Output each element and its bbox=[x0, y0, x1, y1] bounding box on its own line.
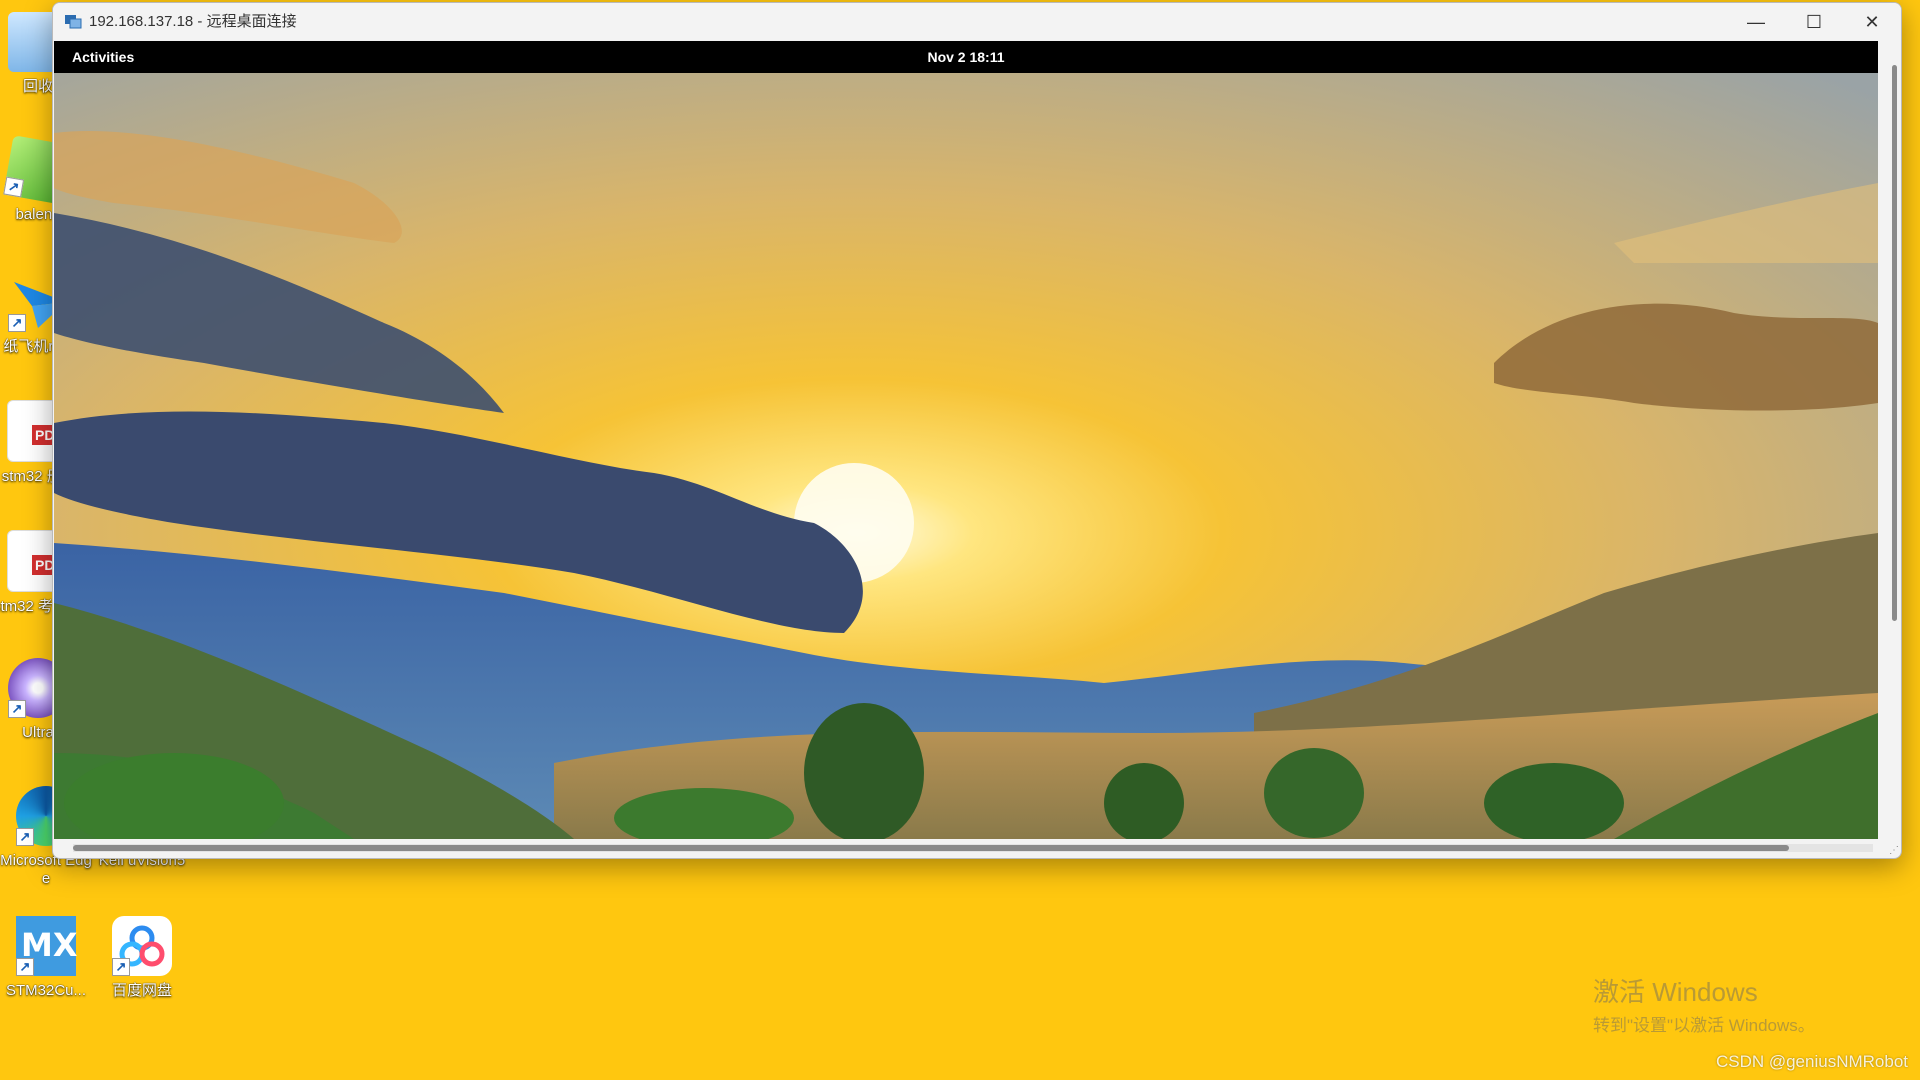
maximize-button[interactable]: ☐ bbox=[1785, 3, 1843, 41]
desktop-icon-label: 百度网盘 bbox=[111, 982, 172, 999]
stm32cubemx-icon: MX ↗ bbox=[16, 916, 78, 976]
close-button[interactable]: ✕ bbox=[1843, 3, 1901, 41]
resize-grip-icon[interactable]: ⋰ bbox=[1889, 846, 1899, 856]
windows-activation-watermark: 激活 Windows 转到"设置"以激活 Windows。 bbox=[1593, 972, 1815, 1036]
remote-desktop-window[interactable]: 192.168.137.18 - 远程桌面连接 — ☐ ✕ Activities… bbox=[52, 2, 1902, 859]
gnome-top-bar: Activities Nov 2 18:11 bbox=[54, 41, 1878, 73]
vertical-scrollbar[interactable] bbox=[1892, 65, 1897, 621]
shortcut-arrow-icon: ↗ bbox=[16, 958, 34, 976]
shortcut-arrow-icon: ↗ bbox=[3, 176, 25, 198]
desktop-icon-stm32cubemx[interactable]: MX ↗ STM32Cu... bbox=[0, 916, 94, 1000]
baidu-netdisk-icon: ↗ bbox=[112, 916, 172, 976]
clock[interactable]: Nov 2 18:11 bbox=[54, 41, 1878, 73]
shortcut-arrow-icon: ↗ bbox=[8, 700, 26, 718]
shortcut-arrow-icon: ↗ bbox=[8, 314, 26, 332]
shortcut-arrow-icon: ↗ bbox=[16, 828, 34, 846]
shortcut-arrow-icon: ↗ bbox=[112, 958, 130, 976]
desktop-icon-baidu-netdisk[interactable]: ↗ 百度网盘 bbox=[94, 916, 190, 1000]
horizontal-scrollbar-thumb[interactable] bbox=[73, 845, 1789, 851]
window-title: 192.168.137.18 - 远程桌面连接 bbox=[89, 13, 297, 30]
activation-title: 激活 Windows bbox=[1593, 977, 1758, 1007]
minimize-button[interactable]: — bbox=[1727, 3, 1785, 41]
activation-hint: 转到"设置"以激活 Windows。 bbox=[1593, 1016, 1815, 1035]
remote-desktop-icon bbox=[65, 15, 82, 29]
csdn-credit: CSDN @geniusNMRobot bbox=[1715, 1052, 1908, 1071]
desktop-icon-label: STM32Cu... bbox=[5, 982, 87, 999]
desktop-wallpaper bbox=[54, 73, 1878, 839]
window-titlebar[interactable]: 192.168.137.18 - 远程桌面连接 — ☐ ✕ bbox=[53, 3, 1901, 41]
